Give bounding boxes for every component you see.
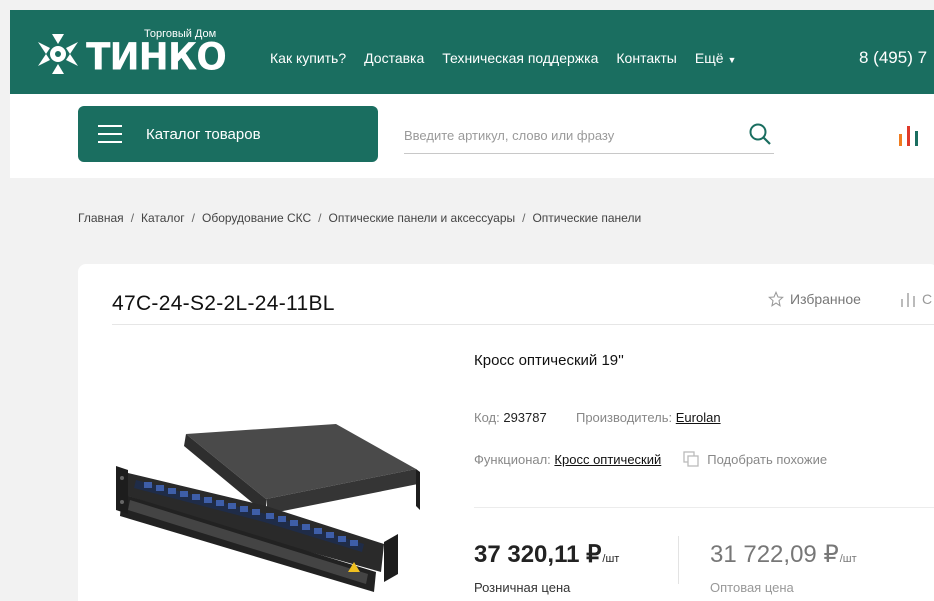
phone-number[interactable]: 8 (495) 7 <box>859 48 927 68</box>
product-sku-title: 47C-24-S2-2L-24-11BL <box>112 292 335 315</box>
compare-icon <box>901 293 915 307</box>
tinko-logo[interactable]: ТИНКО Торговый Дом <box>36 22 227 82</box>
caret-down-icon: ▼ <box>727 55 737 65</box>
wholesale-price: 31 722,09 ₽/шт <box>710 540 857 569</box>
currency-symbol: ₽ <box>586 541 602 568</box>
manufacturer-link[interactable]: Eurolan <box>676 410 721 425</box>
price-separator <box>678 536 679 584</box>
nav-tech-support[interactable]: Техническая поддержка <box>442 50 598 66</box>
price-unit: /шт <box>839 553 857 565</box>
nav-contacts[interactable]: Контакты <box>616 50 676 66</box>
favorite-label: Избранное <box>790 291 861 307</box>
nav-more[interactable]: Ещё ▼ <box>695 50 737 66</box>
breadcrumb-optical-panels[interactable]: Оптические панели <box>532 211 641 225</box>
product-props-row: Код: 293787 Производитель: Eurolan <box>474 410 721 425</box>
compare-button[interactable]: С <box>900 291 932 307</box>
divider <box>112 324 934 325</box>
breadcrumb: Главная / Каталог / Оборудование СКС / Оптичес… <box>78 211 642 225</box>
retail-price-label: Розничная цена <box>474 580 571 595</box>
compare-chart-icon[interactable] <box>897 124 923 146</box>
logo-subtitle: Торговый Дом <box>144 28 217 40</box>
search-input[interactable] <box>404 118 774 154</box>
manufacturer-label: Производитель: <box>575 410 673 425</box>
compare-label: С <box>922 291 933 307</box>
price-unit: /шт <box>602 553 620 565</box>
code-value: 293787 <box>503 410 547 425</box>
function-link[interactable]: Кросс оптический <box>554 452 661 467</box>
retail-price-value: 37 320,11 <box>474 541 580 568</box>
find-similar-button[interactable]: Подобрать похожие <box>683 451 827 467</box>
main-nav: Как купить? Доставка Техническая поддерж… <box>270 50 736 66</box>
retail-price: 37 320,11 ₽/шт <box>474 540 619 569</box>
divider <box>474 507 934 508</box>
top-header: ТИНКО Торговый Дом Как купить? Доставка … <box>10 10 934 94</box>
search-bar-section: Каталог товаров <box>10 94 934 178</box>
nav-how-to-buy[interactable]: Как купить? <box>270 50 346 66</box>
product-title: Кросс оптический 19'' <box>474 352 624 369</box>
catalog-button-label: Каталог товаров <box>146 125 261 143</box>
find-similar-label: Подобрать похожие <box>707 451 828 467</box>
wholesale-price-value: 31 722,09 <box>710 541 817 568</box>
logo-emblem-icon <box>38 34 78 74</box>
breadcrumb-sks[interactable]: Оборудование СКС <box>202 211 311 225</box>
breadcrumb-optical-panels-accessories[interactable]: Оптические панели и аксессуары <box>328 211 515 225</box>
logo-brand-text: ТИНКО <box>86 35 227 79</box>
wholesale-price-label: Оптовая цена <box>710 580 794 595</box>
product-card: 47C-24-S2-2L-24-11BL Избранное С Кросс о… <box>78 264 934 601</box>
favorite-button[interactable]: Избранное <box>768 291 861 307</box>
code-label: Код: <box>474 410 500 425</box>
search-icon[interactable] <box>748 122 772 146</box>
breadcrumb-home[interactable]: Главная <box>78 211 124 225</box>
function-label: Функционал: <box>474 451 551 467</box>
catalog-button[interactable]: Каталог товаров <box>78 106 378 162</box>
star-icon <box>768 291 784 307</box>
product-image[interactable] <box>116 414 426 599</box>
breadcrumb-catalog[interactable]: Каталог <box>141 211 185 225</box>
product-function-row: Функционал: Кросс оптический Подобрать п… <box>474 451 827 467</box>
menu-icon <box>98 125 122 143</box>
currency-symbol: ₽ <box>823 541 839 568</box>
copy-icon <box>683 451 699 467</box>
nav-delivery[interactable]: Доставка <box>364 50 424 66</box>
nav-more-label: Ещё <box>694 50 724 66</box>
